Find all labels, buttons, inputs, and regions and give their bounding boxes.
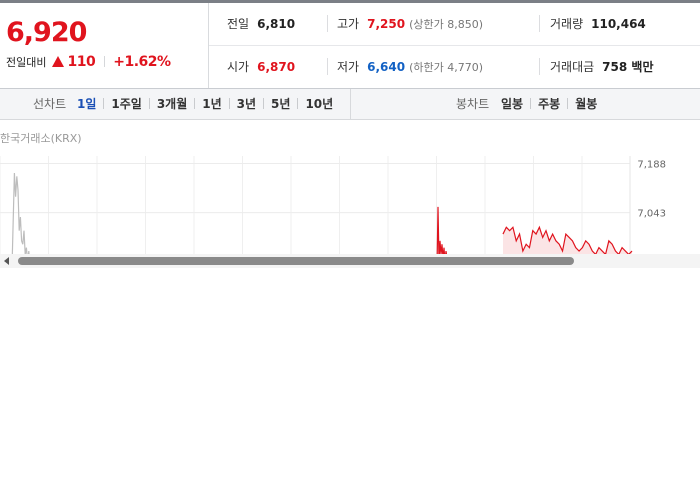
period-divider (103, 98, 105, 109)
scrollbar-thumb[interactable] (18, 257, 574, 265)
period-divider (194, 98, 196, 109)
stat-turnover: 거래대금 758 백만 (550, 60, 654, 74)
current-price: 6,920 (6, 17, 87, 48)
candle-tab-1[interactable]: 주봉 (534, 89, 564, 119)
stat-low: 저가 6,640 (하한가 4,770) (337, 60, 483, 74)
period-tab-4[interactable]: 3년 (233, 89, 260, 119)
stat-volume: 거래량 110,464 (550, 17, 646, 31)
period-divider (228, 98, 230, 109)
chart-horizontal-scrollbar[interactable] (0, 254, 700, 268)
y-tick-label: 7,043 (637, 209, 666, 220)
chart-period-bar: 선차트 1일 1주일 3개월 1년 3년 5년 10년 봉차트 일봉 주봉 월봉 (0, 89, 700, 120)
period-tab-5[interactable]: 5년 (267, 89, 294, 119)
change-amount: 110 (67, 54, 96, 70)
period-tab-3[interactable]: 1년 (198, 89, 225, 119)
data-source-label: 한국거래소(KRX) (0, 132, 82, 145)
period-divider (530, 98, 532, 109)
period-divider (567, 98, 569, 109)
stat-divider (539, 15, 540, 32)
change-label: 전일대비 (6, 56, 47, 69)
stat-high: 고가 7,250 (상한가 8,850) (337, 17, 483, 31)
candle-tab-2[interactable]: 월봉 (571, 89, 601, 119)
line-chart-periods: 선차트 1일 1주일 3개월 1년 3년 5년 10년 (0, 89, 351, 119)
y-tick-label: 7,188 (637, 159, 666, 170)
scroll-left-arrow-icon[interactable] (4, 257, 9, 265)
stat-prev-close: 전일 6,810 (227, 17, 296, 31)
period-divider (263, 98, 265, 109)
change-row: 전일대비 110 +1.62% (6, 54, 171, 70)
period-tab-0[interactable]: 1일 (73, 89, 100, 119)
stat-divider (539, 58, 540, 75)
current-price-box: 6,920 전일대비 110 +1.62% (0, 3, 209, 88)
line-period-list: 1일 1주일 3개월 1년 3년 5년 10년 (73, 89, 337, 119)
price-summary: 6,920 전일대비 110 +1.62% 전일 6,810 고가 7,250 (상한… (0, 3, 700, 89)
period-divider (148, 98, 150, 109)
period-divider (297, 98, 299, 109)
price-chart-area: 7,043 7,188 한국거래소(KRX) (0, 120, 700, 268)
price-stats: 전일 6,810 고가 7,250 (상한가 8,850) 거래량 110,464 시가… (209, 3, 700, 88)
change-percent: +1.62% (113, 54, 171, 70)
period-tab-6[interactable]: 10년 (301, 89, 337, 119)
candle-period-list: 일봉 주봉 월봉 (497, 89, 601, 119)
stat-open: 시가 6,870 (227, 60, 296, 74)
intraday-price-chart: 7,043 7,188 (0, 156, 666, 268)
candle-chart-label: 봉차트 (456, 97, 490, 111)
stats-row-2: 시가 6,870 저가 6,640 (하한가 4,770) 거래대금 758 백만 (209, 46, 700, 88)
change-divider (103, 56, 105, 67)
candle-tab-0[interactable]: 일봉 (497, 89, 527, 119)
period-tab-1[interactable]: 1주일 (107, 89, 145, 119)
period-tab-2[interactable]: 3개월 (153, 89, 191, 119)
up-triangle-icon (51, 56, 64, 67)
line-chart-label: 선차트 (33, 97, 67, 111)
stat-divider (327, 15, 328, 32)
stats-row-1: 전일 6,810 고가 7,250 (상한가 8,850) 거래량 110,464 (209, 3, 700, 46)
stat-divider (327, 58, 328, 75)
